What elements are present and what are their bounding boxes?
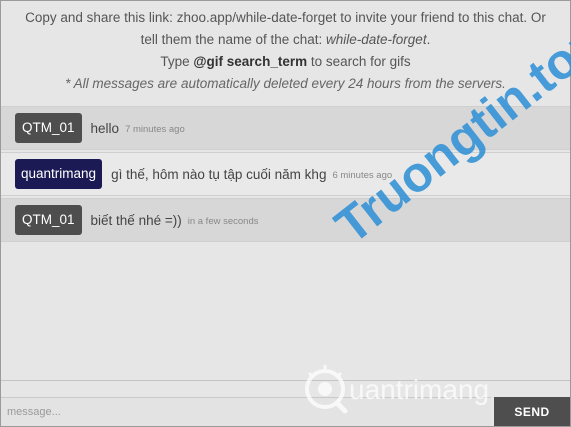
message-input[interactable] — [1, 397, 491, 426]
composer: SEND — [1, 380, 570, 426]
auto-delete-note: * All messages are automatically deleted… — [65, 76, 506, 91]
send-button[interactable]: SEND — [494, 397, 570, 426]
chat-name: while-date-forget — [326, 32, 427, 47]
message-text: biết thế nhé =)) — [90, 212, 182, 228]
user-badge: QTM_01 — [15, 205, 82, 235]
composer-divider — [1, 380, 570, 381]
share-link-line: Copy and share this link: zhoo.app/while… — [25, 10, 546, 25]
user-badge: QTM_01 — [15, 113, 82, 143]
message-text: gì thế, hôm nào tụ tập cuối năm khg — [111, 166, 327, 182]
user-badge: quantrimang — [15, 159, 103, 189]
chat-name-line: tell them the name of the chat: while-da… — [140, 32, 431, 47]
message-row: QTM_01 biết thế nhé =)) in a few seconds — [1, 198, 570, 242]
message-list: QTM_01 hello 7 minutes ago quantrimang g… — [1, 106, 570, 244]
gif-command: @gif search_term — [193, 54, 308, 69]
chat-intro: Copy and share this link: zhoo.app/while… — [1, 7, 570, 95]
message-row: quantrimang gì thế, hôm nào tụ tập cuối … — [1, 152, 570, 196]
message-time: 7 minutes ago — [125, 123, 185, 135]
message-time: 6 minutes ago — [332, 169, 393, 181]
chat-window: Copy and share this link: zhoo.app/while… — [0, 0, 571, 427]
share-link[interactable]: zhoo.app/while-date-forget — [177, 10, 337, 25]
message-text: hello — [90, 120, 120, 136]
gif-hint-line: Type @gif search_term to search for gifs — [160, 54, 411, 69]
message-time: in a few seconds — [187, 215, 259, 227]
message-row: QTM_01 hello 7 minutes ago — [1, 106, 570, 150]
